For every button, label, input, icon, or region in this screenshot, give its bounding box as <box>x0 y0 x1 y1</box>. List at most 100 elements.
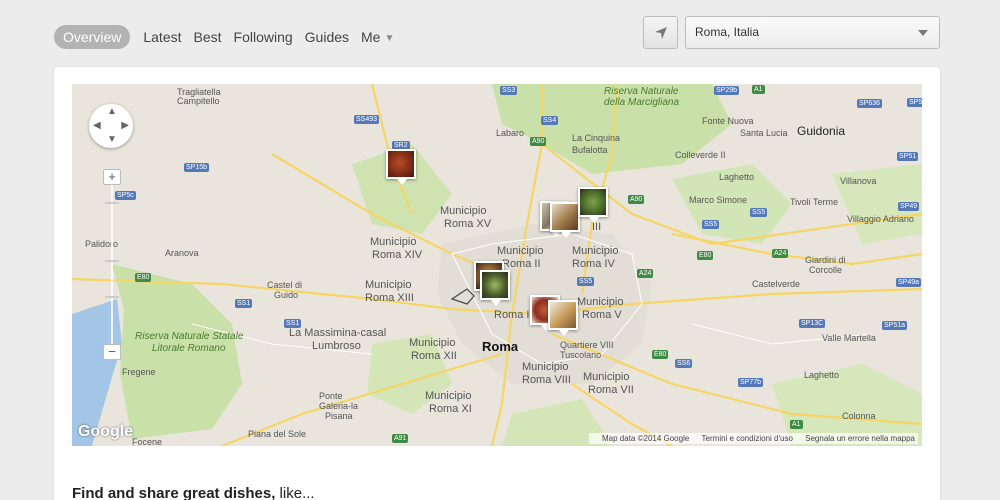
map-label: Labaro <box>496 128 525 138</box>
map-label: della Marcigliana <box>604 97 680 108</box>
dish-marker[interactable] <box>386 149 416 185</box>
road-shield: SS493 <box>354 115 380 124</box>
map-label: Roma XIII <box>365 292 414 304</box>
map-label: Colleverde II <box>675 150 726 160</box>
zoom-slider-handle[interactable] <box>105 260 119 262</box>
road-shield: A90 <box>530 137 547 146</box>
road-shield: SP5c <box>115 191 136 200</box>
map-label: Municipio <box>440 205 487 217</box>
map-label: Roma VII <box>588 384 634 396</box>
road-shield: SS4 <box>541 116 559 125</box>
map-label: Villaggio Adriano <box>847 214 914 224</box>
tab-overview[interactable]: Overview <box>54 25 131 49</box>
dish-marker[interactable] <box>578 187 608 223</box>
headline-rest: like... <box>275 485 315 500</box>
road-shield: SP13C <box>799 319 826 328</box>
map-label: Galeria-la <box>319 401 359 411</box>
map-label: Bufalotta <box>572 145 608 155</box>
map-label: Roma I <box>494 309 530 321</box>
road-shield: E80 <box>652 350 669 359</box>
road-shield: SP51a <box>882 321 908 330</box>
map-label: Roma II <box>502 258 541 270</box>
road-shield: A1 <box>752 85 765 94</box>
map-label: Tivoli Terme <box>790 197 839 207</box>
road-shield: A24 <box>772 249 789 258</box>
zoom-tick <box>105 296 119 298</box>
dish-marker[interactable] <box>548 300 578 336</box>
map-label: Giardini di <box>805 255 846 265</box>
zoom-tick <box>105 202 119 204</box>
current-location-button[interactable] <box>643 16 678 49</box>
map-label: Piana del Sole <box>248 429 307 439</box>
map-label: Roma VIII <box>522 374 571 386</box>
tab-guides[interactable]: Guides <box>305 25 349 49</box>
road-shield: SS3 <box>500 86 518 95</box>
road-shield: SS1 <box>235 299 253 308</box>
map-label: Pisana <box>325 411 353 421</box>
headline-bold: Find and share great dishes, <box>72 485 276 500</box>
pan-right-icon[interactable]: ▶ <box>121 121 129 131</box>
road-shield: E80 <box>135 273 152 282</box>
road-shield: SP51 <box>897 152 919 161</box>
main-nav: Overview Latest Best Following Guides Me… <box>54 25 406 49</box>
road-shield: A24 <box>637 269 654 278</box>
map-label: Roma IV <box>572 258 615 270</box>
map-label: La Cinquina <box>572 133 621 143</box>
map-label: Villanova <box>840 176 877 186</box>
map-label: Municipio <box>522 361 569 373</box>
road-shield: SP15b <box>184 163 210 172</box>
map-label: Santa Lucia <box>740 128 788 138</box>
map-label: Laghetto <box>719 172 755 182</box>
location-select[interactable]: Roma, Italia <box>685 16 940 49</box>
road-shield: SP49a <box>896 278 922 287</box>
road-shield: SP5 <box>907 98 922 107</box>
road-shield: A91 <box>392 434 409 443</box>
page-headline: Find and share great dishes, like... <box>72 485 315 500</box>
road-shield: E80 <box>697 251 714 260</box>
map-label: Ponte <box>319 391 343 401</box>
location-arrow-icon <box>654 26 667 39</box>
zoom-in-button[interactable]: + <box>103 169 121 185</box>
zoom-out-button[interactable]: − <box>103 344 121 360</box>
map-pan-control[interactable]: ▲ ▼ ◀ ▶ <box>89 104 133 148</box>
map-data-label: Map data ©2014 Google <box>602 434 690 443</box>
road-shield: SS5 <box>750 208 768 217</box>
map-label: Litorale Romano <box>152 343 226 354</box>
map-label-roma: Roma <box>482 339 519 354</box>
map-label: Colonna <box>842 411 876 421</box>
map-label: Campitello <box>177 96 220 106</box>
map-label: Tuscolano <box>560 350 602 360</box>
road-shield: SS6 <box>675 359 693 368</box>
pan-up-icon[interactable]: ▲ <box>107 107 117 117</box>
map-label: Marco Simone <box>689 195 748 205</box>
map-view[interactable]: Tragliatella Campitello Riserva Naturale… <box>72 84 922 446</box>
map-label: Riserva Naturale Statale <box>135 331 244 342</box>
road-shield: SP77b <box>738 378 764 387</box>
map-label: Municipio <box>583 371 630 383</box>
tab-best[interactable]: Best <box>194 25 222 49</box>
main-card: Tragliatella Campitello Riserva Naturale… <box>54 67 940 500</box>
map-report-link[interactable]: Segnala un errore nella mappa <box>805 434 915 443</box>
dish-marker[interactable] <box>480 270 510 306</box>
map-label: Quartiere VIII <box>560 340 614 350</box>
road-shield: A1 <box>790 420 803 429</box>
google-logo[interactable]: Google <box>78 423 133 441</box>
map-label: Roma V <box>582 309 622 321</box>
map-label: Municipio <box>409 337 456 349</box>
road-shield: SS5 <box>577 277 595 286</box>
map-label: Fonte Nuova <box>702 116 754 126</box>
tab-me[interactable]: Me ▼ <box>361 25 394 49</box>
zoom-slider-track[interactable] <box>111 179 113 354</box>
map-label: Laghetto <box>804 370 840 380</box>
map-label: Fregene <box>122 367 156 377</box>
road-shield: SS1 <box>284 319 302 328</box>
pan-left-icon[interactable]: ◀ <box>93 121 101 131</box>
map-label: Municipio <box>497 245 544 257</box>
pan-down-icon[interactable]: ▼ <box>107 135 117 145</box>
map-label: Municipio <box>577 296 624 308</box>
map-label: Riserva Naturale <box>604 86 679 97</box>
tab-following[interactable]: Following <box>234 25 293 49</box>
map-terms-link[interactable]: Termini e condizioni d'uso <box>702 434 793 443</box>
dish-marker[interactable] <box>550 202 580 238</box>
tab-latest[interactable]: Latest <box>143 25 181 49</box>
